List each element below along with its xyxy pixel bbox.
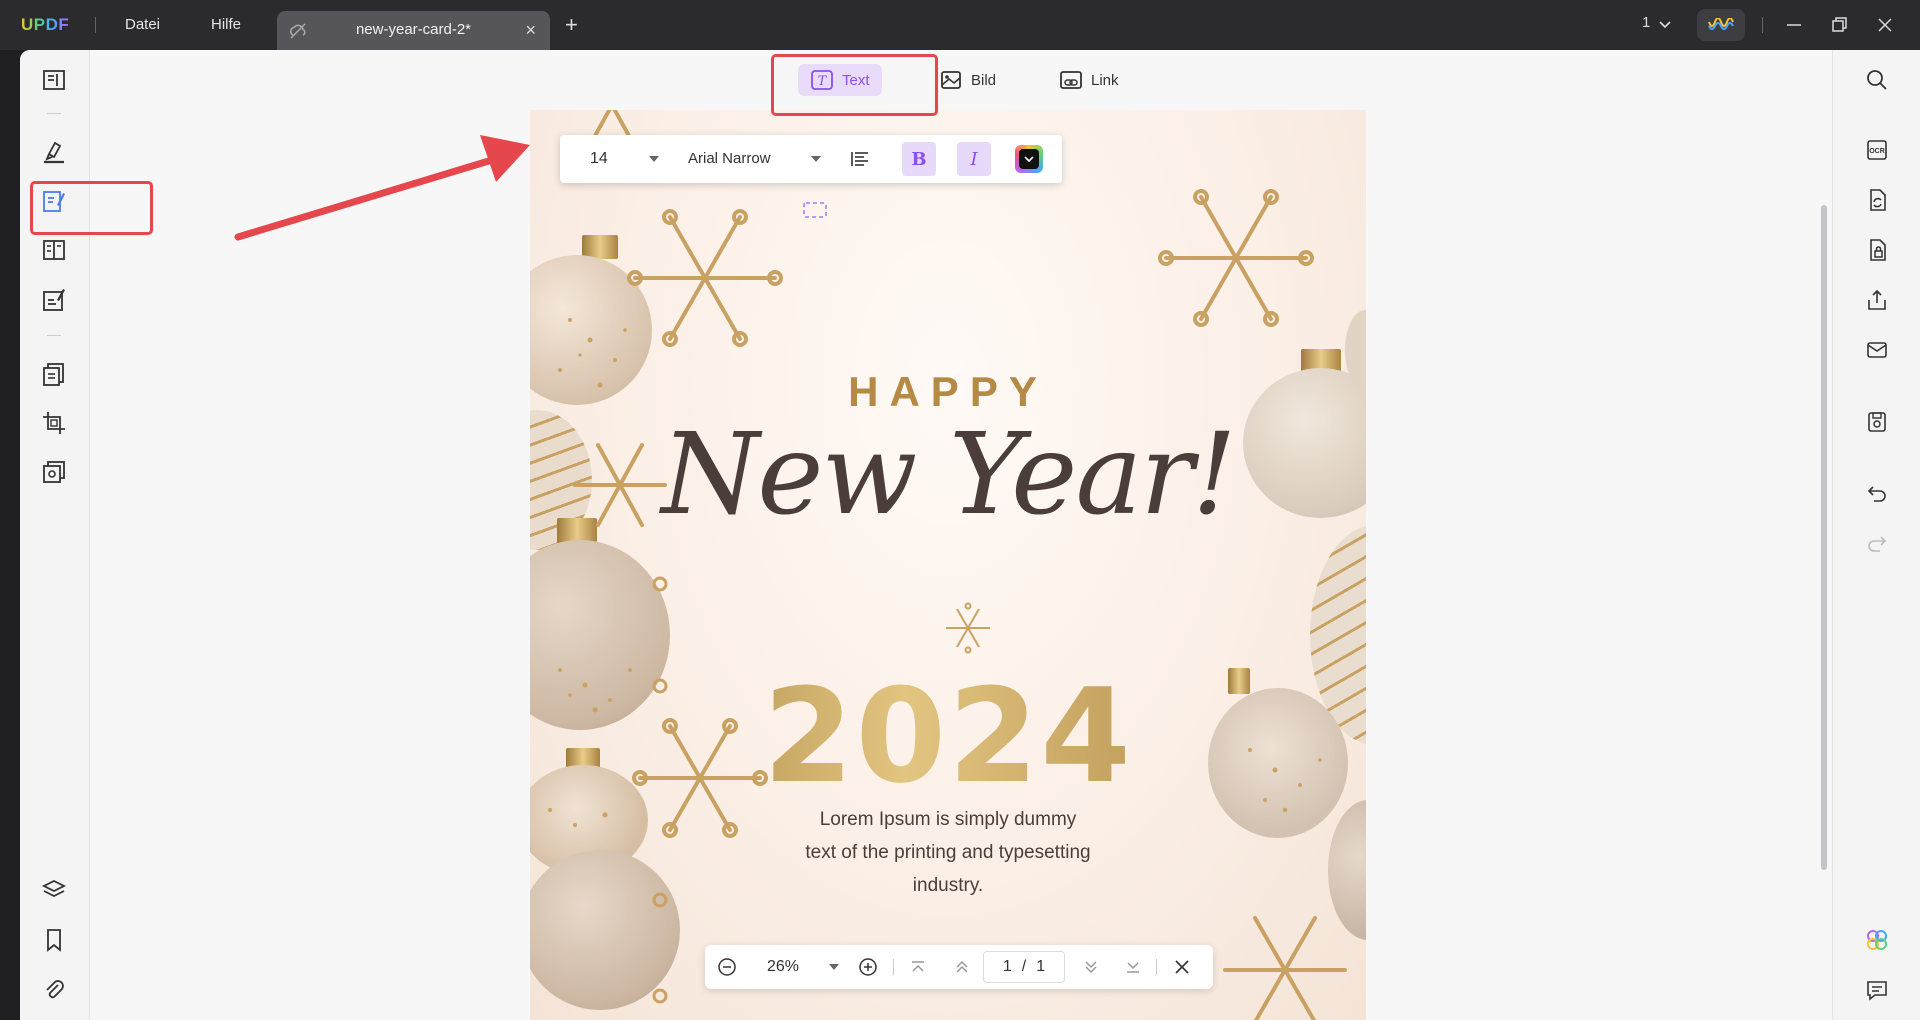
zoom-bar-divider: [893, 959, 894, 975]
email-icon[interactable]: [1865, 338, 1889, 362]
zoom-level[interactable]: 26%: [767, 958, 799, 976]
current-page[interactable]: 1: [1003, 958, 1012, 976]
toolbar-divider: [47, 335, 61, 336]
page-indicator[interactable]: 1 / 1: [983, 951, 1065, 983]
logo-text: UPDF: [21, 15, 70, 34]
ai-assistant-icon[interactable]: [1865, 928, 1889, 952]
organize-pages-icon[interactable]: [40, 360, 68, 388]
comment-icon[interactable]: [1865, 978, 1889, 1002]
highlight-box-text-mode: [771, 54, 938, 116]
previous-page-icon[interactable]: [953, 958, 971, 976]
tab-title: new-year-card-2*: [355, 21, 472, 38]
avatar[interactable]: [1697, 9, 1745, 41]
toolbar-divider: [47, 113, 61, 114]
font-size-dropdown-icon[interactable]: [649, 156, 659, 162]
font-size-value[interactable]: 14: [590, 150, 608, 168]
next-page-icon[interactable]: [1082, 958, 1100, 976]
svg-text:OCR: OCR: [1869, 148, 1885, 155]
body-text[interactable]: Lorem Ipsum is simply dummy text of the …: [778, 803, 1118, 902]
annotation-arrow-icon: [234, 135, 530, 241]
zoom-bar-divider: [1156, 959, 1157, 975]
zoom-dropdown-icon[interactable]: [829, 964, 839, 970]
highlight-box-edit-tool: [30, 181, 153, 235]
chevron-down-icon: [1024, 156, 1034, 163]
wave-icon: [1708, 18, 1734, 30]
close-icon[interactable]: [1872, 12, 1898, 38]
image-mode-label: Bild: [971, 71, 997, 89]
body-text-line: industry.: [912, 875, 984, 896]
image-mode-button[interactable]: Bild: [927, 64, 1008, 96]
body-text-line: Lorem Ipsum is simply dummy: [819, 809, 1077, 830]
new-year-heading[interactable]: New Year!: [530, 410, 1366, 540]
document-tab[interactable]: new-year-card-2* ×: [277, 11, 550, 50]
zoom-out-icon[interactable]: [717, 957, 737, 977]
year-heading[interactable]: 2024: [530, 660, 1366, 812]
titlebar-divider: [95, 17, 96, 33]
right-toolbar: OCR: [1832, 50, 1920, 1020]
vertical-scrollbar[interactable]: [1821, 205, 1827, 870]
form-icon[interactable]: [40, 236, 68, 264]
search-icon[interactable]: [1865, 68, 1889, 92]
text-color-button[interactable]: [1012, 142, 1046, 176]
last-page-icon[interactable]: [1124, 958, 1142, 976]
font-family-value[interactable]: Arial Narrow: [688, 150, 771, 167]
window-count: 1: [1642, 14, 1651, 31]
undo-icon[interactable]: [1865, 482, 1889, 506]
chevron-down-icon[interactable]: [1658, 18, 1672, 32]
ocr-icon[interactable]: OCR: [1865, 138, 1889, 162]
menu-file[interactable]: Datei: [125, 16, 160, 33]
save-icon[interactable]: [1865, 410, 1889, 434]
redo-icon[interactable]: [1865, 532, 1889, 556]
protect-icon[interactable]: [1865, 238, 1889, 262]
color-swatch-icon: [1015, 145, 1043, 173]
updf-logo: UPDF: [21, 15, 69, 35]
zoom-in-icon[interactable]: [858, 957, 878, 977]
total-pages: 1: [1036, 958, 1046, 975]
italic-button[interactable]: I: [957, 142, 991, 176]
link-mode-button[interactable]: Link: [1047, 64, 1131, 96]
layers-icon[interactable]: [40, 876, 68, 904]
align-left-icon[interactable]: [850, 150, 870, 168]
image-icon: [941, 71, 961, 89]
close-icon[interactable]: [1172, 957, 1192, 977]
fill-sign-icon[interactable]: [40, 286, 68, 314]
new-tab-button[interactable]: +: [565, 14, 578, 36]
convert-icon[interactable]: [1865, 188, 1889, 212]
highlighter-icon[interactable]: [40, 138, 68, 166]
menu-help[interactable]: Hilfe: [211, 16, 241, 33]
link-icon: [1060, 71, 1082, 89]
text-format-toolbar: 14 Arial Narrow B I: [560, 135, 1062, 183]
zoom-navigation-bar: 26% 1 / 1: [705, 945, 1213, 989]
bold-button[interactable]: B: [902, 142, 936, 176]
document-page[interactable]: HAPPY New Year! 2024 Lorem Ipsum is simp…: [530, 110, 1366, 1020]
text-cursor-marker[interactable]: [800, 199, 830, 223]
body-text-line: text of the printing and typesetting: [805, 842, 1091, 863]
attachment-icon[interactable]: [40, 976, 68, 1004]
restore-icon[interactable]: [1826, 12, 1852, 38]
bookmark-icon[interactable]: [40, 926, 68, 954]
page-separator: /: [1021, 958, 1027, 975]
reader-icon[interactable]: [40, 66, 68, 94]
first-page-icon[interactable]: [909, 958, 927, 976]
crop-icon[interactable]: [40, 409, 68, 437]
tab-close-button[interactable]: ×: [525, 21, 536, 39]
minimize-icon[interactable]: [1781, 12, 1807, 38]
titlebar-divider: [1762, 17, 1763, 33]
title-bar: UPDF Datei Hilfe new-year-card-2* × + 1: [0, 0, 1920, 50]
happy-heading[interactable]: HAPPY: [530, 368, 1366, 416]
link-mode-label: Link: [1091, 71, 1119, 89]
share-icon[interactable]: [1865, 288, 1889, 312]
tools-icon[interactable]: [40, 458, 68, 486]
font-family-dropdown-icon[interactable]: [811, 156, 821, 162]
